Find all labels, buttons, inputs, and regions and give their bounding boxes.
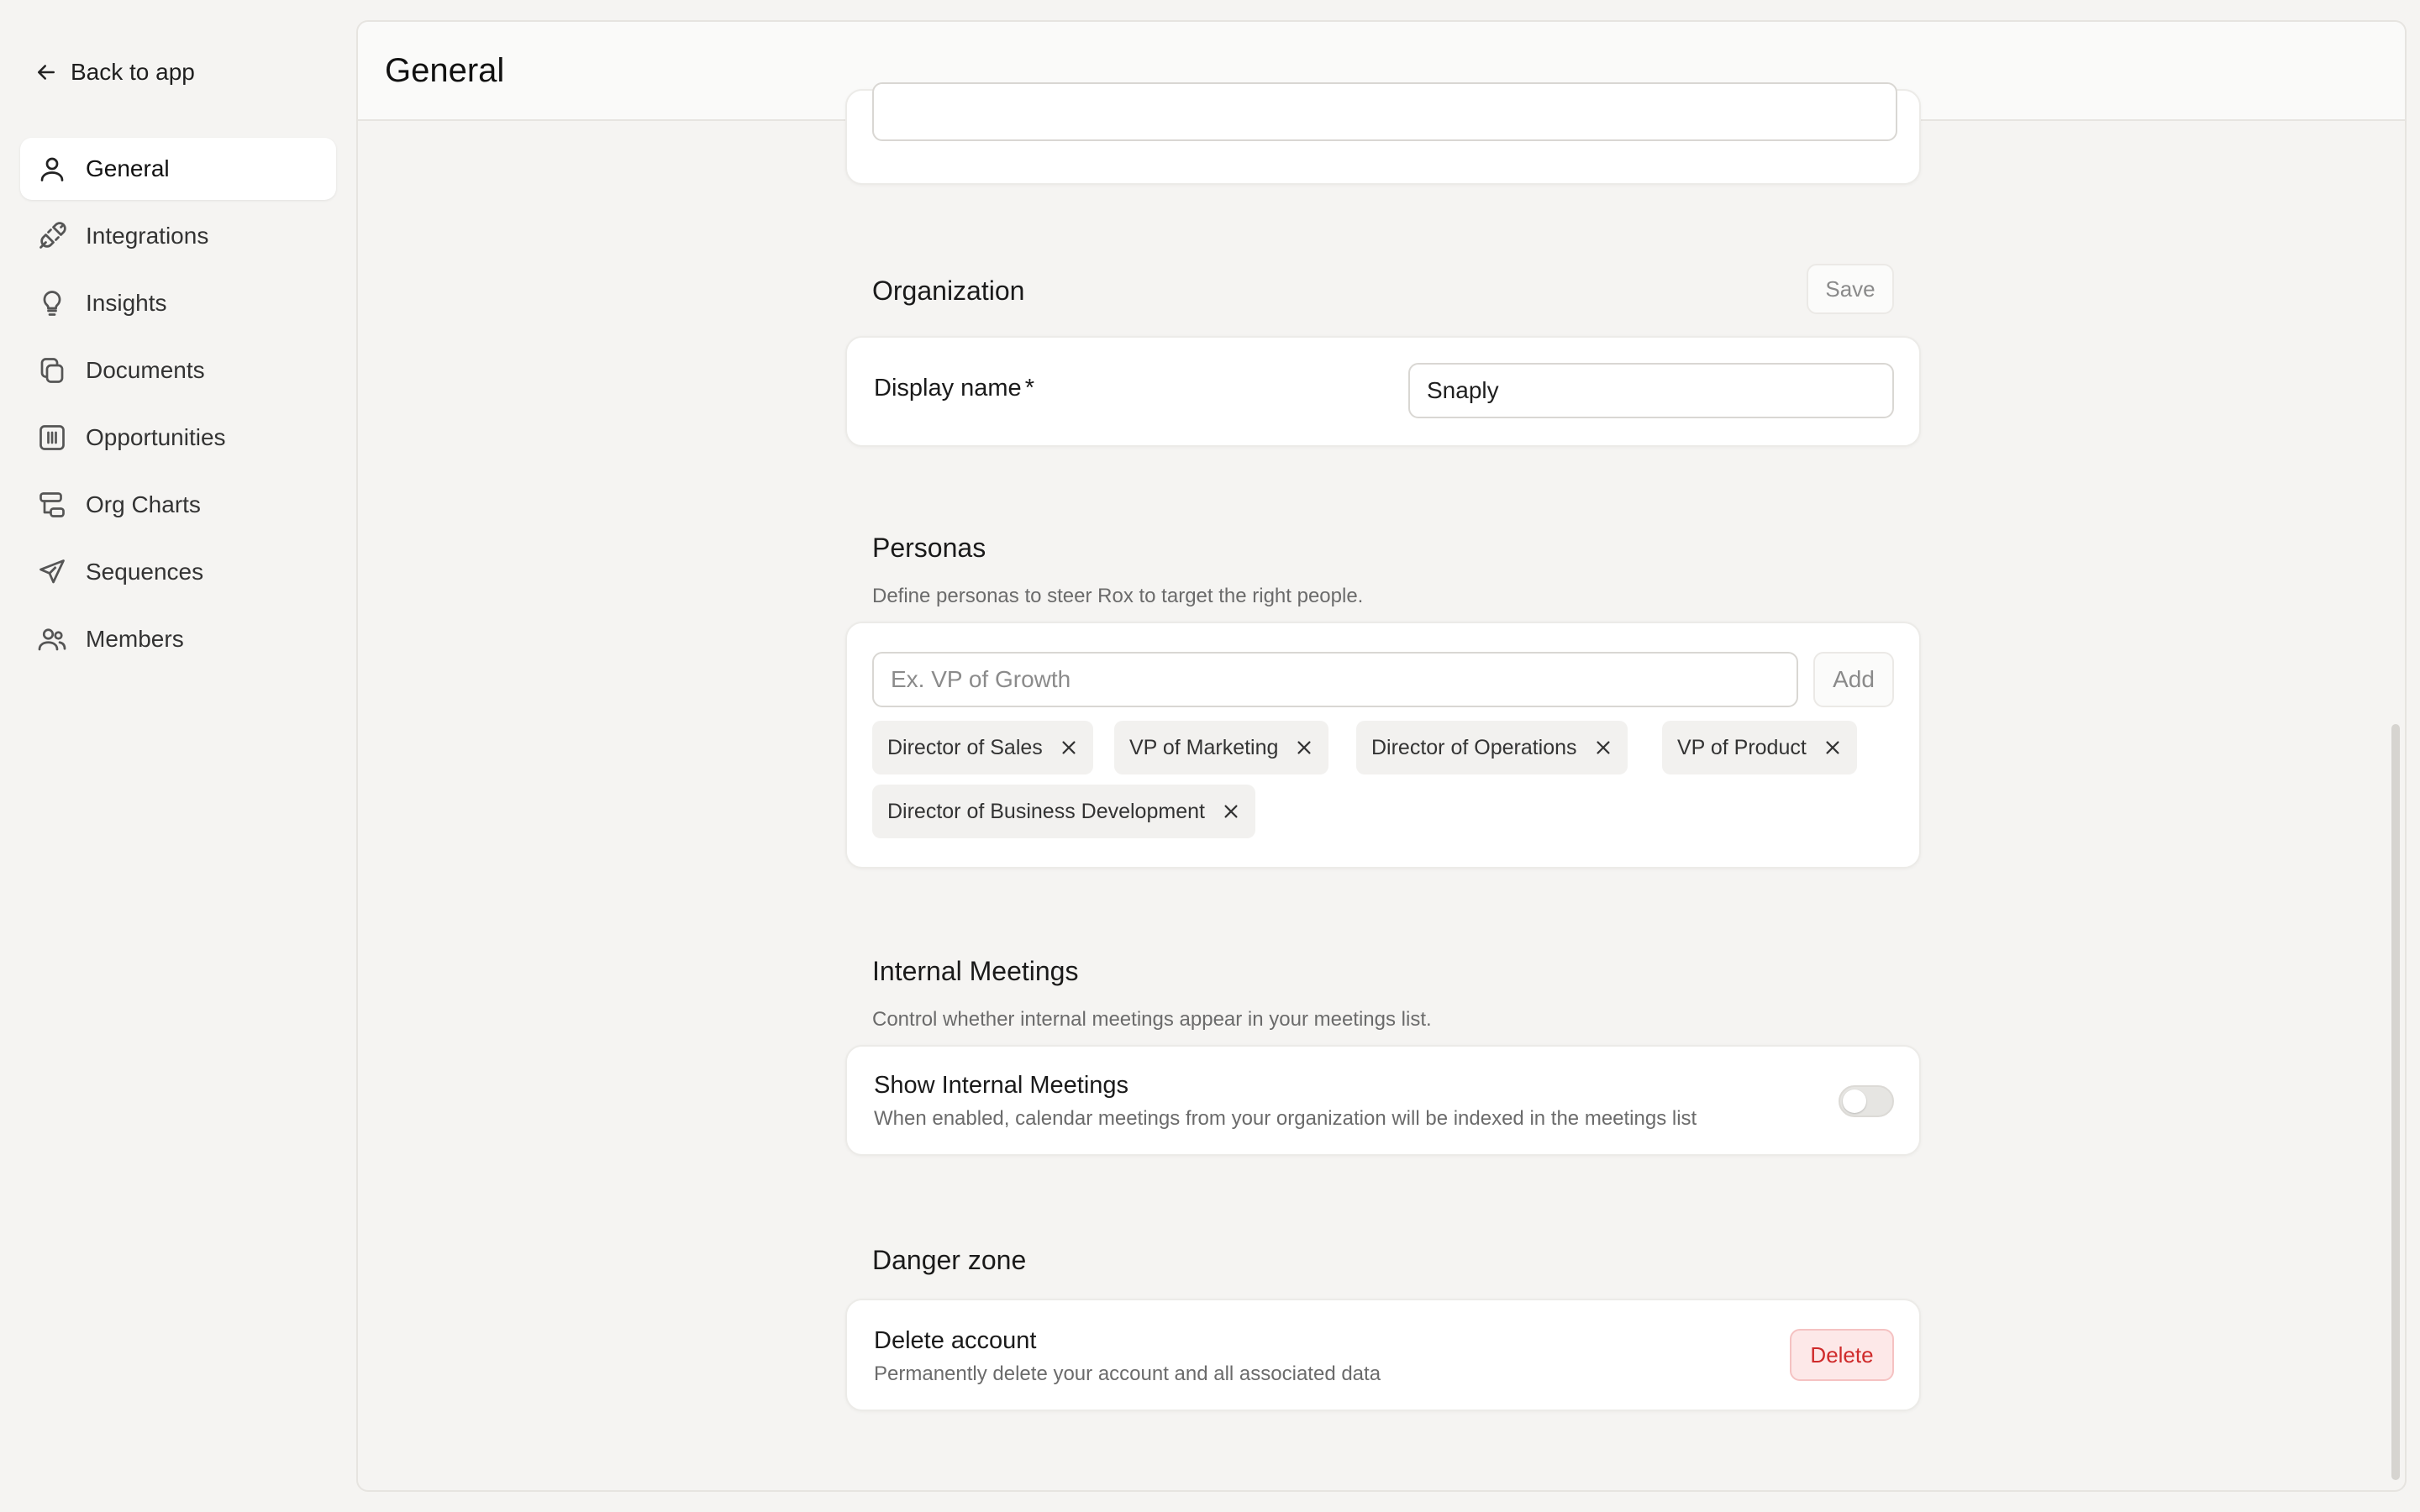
sidebar-item-general[interactable]: General	[20, 138, 336, 200]
send-icon	[39, 559, 65, 584]
sidebar-item-label: Members	[86, 626, 184, 652]
show-internal-meetings-description: When enabled, calendar meetings from you…	[874, 1107, 1697, 1130]
plug-icon	[39, 222, 66, 249]
main-panel: General Organization Save Display name * …	[356, 20, 2407, 1492]
sidebar-item-integrations[interactable]: Integrations	[20, 205, 336, 267]
persona-input[interactable]: Ex. VP of Growth	[872, 652, 1798, 707]
delete-account-description: Permanently delete your account and all …	[874, 1362, 1381, 1385]
persona-chip: VP of Marketing	[1114, 721, 1329, 774]
arrow-left-icon	[38, 65, 55, 80]
sidebar-item-insights[interactable]: Insights	[20, 272, 336, 334]
delete-account-button[interactable]: Delete	[1790, 1329, 1894, 1381]
show-internal-meetings-toggle[interactable]	[1839, 1085, 1894, 1117]
persona-chip: Director of Sales	[872, 721, 1093, 774]
personas-description: Define personas to steer Rox to target t…	[872, 585, 1364, 607]
scrollbar[interactable]	[2391, 724, 2400, 1480]
internal-meetings-description: Control whether internal meetings appear…	[872, 1008, 1432, 1031]
sidebar-item-sequences[interactable]: Sequences	[20, 541, 336, 603]
previous-section-card	[845, 82, 1921, 185]
organization-card: Display name * Snaply	[845, 336, 1921, 447]
sidebar-item-label: Documents	[86, 357, 205, 383]
columns-icon	[39, 425, 65, 450]
close-icon[interactable]	[1594, 738, 1612, 757]
person-icon	[40, 157, 64, 181]
close-icon[interactable]	[1060, 738, 1078, 757]
persona-chip-label: Director of Business Development	[887, 799, 1205, 823]
sidebar-item-label: Insights	[86, 290, 167, 316]
page-title: General	[385, 51, 505, 89]
settings-nav: General Integrations Insights Documents …	[20, 138, 336, 675]
persona-chip-label: VP of Product	[1677, 735, 1807, 759]
danger-zone-title: Danger zone	[872, 1245, 1027, 1275]
sidebar-item-label: Opportunities	[86, 424, 226, 450]
documents-icon	[40, 358, 64, 383]
close-icon[interactable]	[1823, 738, 1842, 757]
internal-meetings-card: Show Internal Meetings When enabled, cal…	[845, 1045, 1921, 1156]
sidebar-item-org-charts[interactable]: Org Charts	[20, 474, 336, 536]
sidebar-item-label: Sequences	[86, 559, 204, 585]
show-internal-meetings-label: Show Internal Meetings	[874, 1072, 1129, 1099]
sidebar: Back to app General Integrations Insight…	[0, 0, 353, 1512]
persona-chip-label: Director of Operations	[1371, 735, 1577, 759]
personas-title: Personas	[872, 533, 986, 563]
delete-account-label: Delete account	[874, 1327, 1037, 1354]
org-chart-icon	[39, 492, 65, 517]
persona-chip-label: Director of Sales	[887, 735, 1043, 759]
back-to-app-link[interactable]: Back to app	[34, 55, 195, 89]
lightbulb-icon	[43, 291, 61, 316]
required-mark: *	[1024, 375, 1034, 402]
back-to-app-label: Back to app	[71, 59, 195, 85]
sidebar-item-opportunities[interactable]: Opportunities	[20, 407, 336, 469]
internal-meetings-title: Internal Meetings	[872, 956, 1079, 986]
danger-zone-card: Delete account Permanently delete your a…	[845, 1299, 1921, 1411]
sidebar-item-label: General	[86, 155, 170, 181]
display-name-input[interactable]: Snaply	[1408, 363, 1894, 418]
sidebar-item-documents[interactable]: Documents	[20, 339, 336, 402]
sidebar-item-label: Integrations	[86, 223, 209, 249]
save-button[interactable]: Save	[1807, 264, 1894, 314]
personas-card: Ex. VP of Growth Add Director of Sales V…	[845, 622, 1921, 869]
previous-input[interactable]	[872, 82, 1897, 141]
close-icon[interactable]	[1295, 738, 1313, 757]
persona-chip: Director of Business Development	[872, 785, 1255, 838]
persona-chip: VP of Product	[1662, 721, 1857, 774]
add-persona-button[interactable]: Add	[1813, 652, 1894, 707]
persona-chip-label: VP of Marketing	[1129, 735, 1279, 759]
members-icon	[38, 628, 66, 651]
sidebar-item-members[interactable]: Members	[20, 608, 336, 670]
display-name-label: Display name *	[874, 375, 1034, 402]
persona-chip: Director of Operations	[1356, 721, 1628, 774]
close-icon[interactable]	[1222, 802, 1240, 821]
sidebar-item-label: Org Charts	[86, 491, 201, 517]
organization-title: Organization	[872, 276, 1025, 306]
